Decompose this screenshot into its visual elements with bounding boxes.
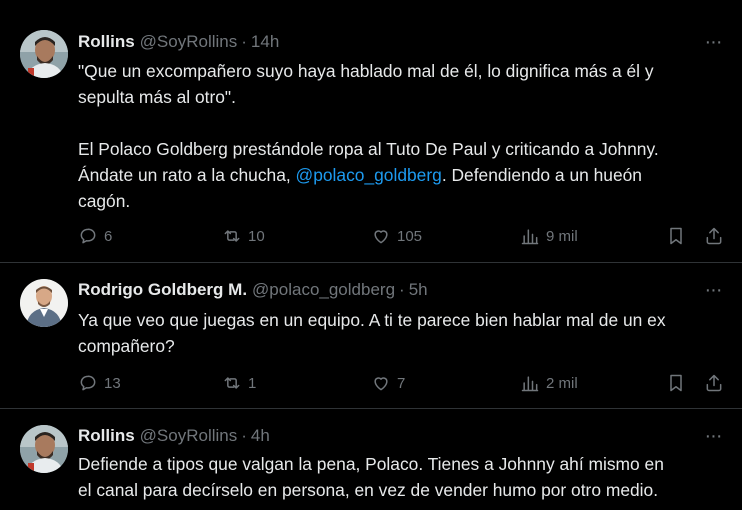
more-options-icon[interactable]: ··· xyxy=(702,425,724,447)
more-options-icon[interactable]: ··· xyxy=(702,31,724,53)
retweet-count: 1 xyxy=(248,374,257,392)
timestamp[interactable]: 4h xyxy=(251,426,270,446)
views-chart-icon xyxy=(521,376,539,392)
tweet[interactable]: Rollins @SoyRollins · 4h ··· Defiende a … xyxy=(0,409,742,510)
share-icon xyxy=(706,227,722,245)
text-line: cagón. xyxy=(78,191,131,211)
reply-icon xyxy=(80,228,96,244)
author-name[interactable]: Rodrigo Goldberg M. xyxy=(78,280,247,300)
retweet-icon xyxy=(224,377,240,389)
avatar-image xyxy=(20,30,68,78)
like-count: 105 xyxy=(397,227,423,245)
reply-button[interactable]: 13 xyxy=(78,373,121,393)
text-line: Defiende a tipos que valgan la pena, Pol… xyxy=(78,454,664,474)
avatar-rollins[interactable] xyxy=(20,425,68,473)
reply-icon xyxy=(80,375,96,391)
separator-dot: · xyxy=(241,32,247,51)
tweet-header: Rollins @SoyRollins · 14h xyxy=(78,31,682,53)
tweet-text: Ya que veo que juegas en un equipo. A ti… xyxy=(78,307,728,359)
views-chart-icon xyxy=(521,229,539,245)
like-button[interactable]: 105 xyxy=(371,226,422,246)
text-line-with-mention: Ándate un rato a la chucha, @polaco_gold… xyxy=(78,162,728,188)
text-line: sepulta más al otro". xyxy=(78,87,236,107)
bookmark-button[interactable] xyxy=(666,373,686,393)
heart-icon xyxy=(374,377,388,391)
separator-dot: · xyxy=(241,426,247,445)
text-line: el canal para decírselo en persona, en v… xyxy=(78,480,659,500)
text-line: compañero? xyxy=(78,336,175,356)
separator-dot: · xyxy=(399,280,405,299)
text-segment: Ándate un rato a la chucha, xyxy=(78,165,296,185)
reply-count: 13 xyxy=(104,374,121,392)
timestamp[interactable]: 5h xyxy=(409,280,428,300)
avatar-image xyxy=(20,279,68,327)
bookmark-icon xyxy=(670,227,682,245)
text-line: Ya que veo que juegas en un equipo. A ti… xyxy=(78,310,666,330)
heart-icon xyxy=(374,230,388,244)
text-line: El Polaco Goldberg prestándole ropa al T… xyxy=(78,139,659,159)
tweet-header: Rollins @SoyRollins · 4h xyxy=(78,425,682,447)
author-handle[interactable]: @polaco_goldberg xyxy=(252,280,395,300)
retweet-button[interactable]: 1 xyxy=(222,373,256,393)
author-handle[interactable]: @SoyRollins xyxy=(140,426,238,446)
share-icon xyxy=(706,374,722,392)
retweet-count: 10 xyxy=(248,227,265,245)
like-count: 7 xyxy=(397,374,406,392)
author-name[interactable]: Rollins xyxy=(78,32,135,52)
tweet[interactable]: Rodrigo Goldberg M. @polaco_goldberg · 5… xyxy=(0,263,742,409)
action-bar: 6 10 105 9 mil xyxy=(78,224,724,248)
author-name[interactable]: Rollins xyxy=(78,426,135,446)
tweet[interactable]: Rollins @SoyRollins · 14h ··· "Que un ex… xyxy=(0,0,742,263)
share-button[interactable] xyxy=(704,226,724,246)
avatar-image xyxy=(20,425,68,473)
reply-button[interactable]: 6 xyxy=(78,226,112,246)
avatar-rodrigo[interactable] xyxy=(20,279,68,327)
views-count: 2 mil xyxy=(546,374,578,392)
author-handle[interactable]: @SoyRollins xyxy=(140,32,238,52)
timeline-feed: Rollins @SoyRollins · 14h ··· "Que un ex… xyxy=(0,0,742,510)
text-segment: . Defendiendo a un hueón xyxy=(441,165,642,185)
more-options-icon[interactable]: ··· xyxy=(702,279,724,301)
share-button[interactable] xyxy=(704,373,724,393)
mention-link[interactable]: @polaco_goldberg xyxy=(296,165,442,185)
avatar-rollins[interactable] xyxy=(20,30,68,78)
tweet-header: Rodrigo Goldberg M. @polaco_goldberg · 5… xyxy=(78,279,682,301)
like-button[interactable]: 7 xyxy=(371,373,405,393)
bookmark-icon xyxy=(670,374,682,392)
views-count: 9 mil xyxy=(546,227,578,245)
action-bar: 13 1 7 2 mil xyxy=(78,371,724,395)
reply-count: 6 xyxy=(104,227,113,245)
tweet-text: Defiende a tipos que valgan la pena, Pol… xyxy=(78,451,728,503)
views-button[interactable]: 9 mil xyxy=(520,226,578,246)
retweet-icon xyxy=(224,230,240,242)
bookmark-button[interactable] xyxy=(666,226,686,246)
views-button[interactable]: 2 mil xyxy=(520,373,578,393)
tweet-text: "Que un excompañero suyo haya hablado ma… xyxy=(78,58,728,214)
text-line: "Que un excompañero suyo haya hablado ma… xyxy=(78,61,654,81)
timestamp[interactable]: 14h xyxy=(251,32,279,52)
retweet-button[interactable]: 10 xyxy=(222,226,265,246)
